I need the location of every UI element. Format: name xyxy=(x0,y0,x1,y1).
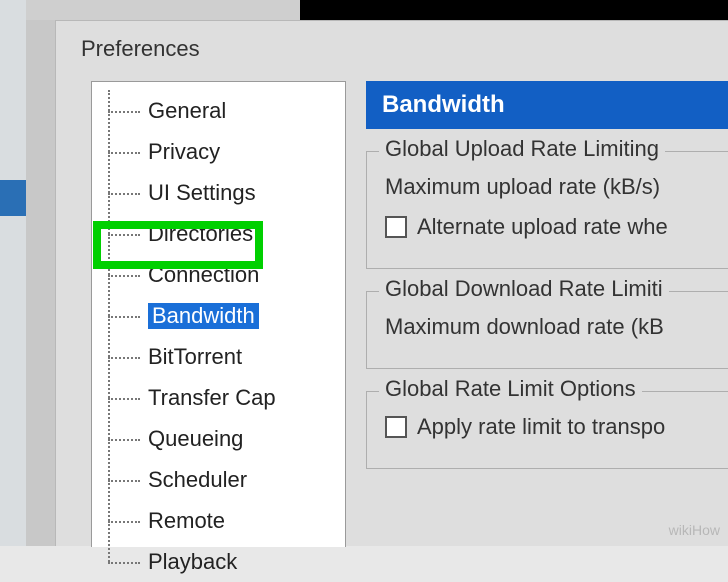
tree-item-privacy[interactable]: Privacy xyxy=(92,131,345,172)
tree-item-connection[interactable]: Connection xyxy=(92,254,345,295)
group-rate-options: Global Rate Limit Options Apply rate lim… xyxy=(366,391,728,469)
preferences-window: Preferences General Privacy UI Settings … xyxy=(55,20,728,546)
tree-item-transfer-cap[interactable]: Transfer Cap xyxy=(92,377,345,418)
tree-item-bandwidth[interactable]: Bandwidth xyxy=(92,295,345,336)
window-title: Preferences xyxy=(81,36,200,62)
tree-item-playback[interactable]: Playback xyxy=(92,541,345,582)
left-sidebar-strip xyxy=(0,0,26,546)
alternate-upload-label: Alternate upload rate whe xyxy=(417,214,668,240)
tree-item-label: General xyxy=(148,98,226,124)
group-legend: Global Rate Limit Options xyxy=(379,376,642,402)
tree-item-label: Transfer Cap xyxy=(148,385,276,411)
apply-rate-limit-checkbox[interactable] xyxy=(385,416,407,438)
tree-item-label: Connection xyxy=(148,262,259,288)
category-tree[interactable]: General Privacy UI Settings Directories … xyxy=(91,81,346,547)
tree-item-ui-settings[interactable]: UI Settings xyxy=(92,172,345,213)
tree-item-label: Queueing xyxy=(148,426,243,452)
tree-item-label: Scheduler xyxy=(148,467,247,493)
tree-item-label: UI Settings xyxy=(148,180,256,206)
apply-rate-limit-label: Apply rate limit to transpo xyxy=(417,414,665,440)
tree-item-bittorrent[interactable]: BitTorrent xyxy=(92,336,345,377)
settings-content: Bandwidth Global Upload Rate Limiting Ma… xyxy=(366,81,728,547)
tree-item-label: Bandwidth xyxy=(148,303,259,329)
tree-item-label: Privacy xyxy=(148,139,220,165)
tree-item-directories[interactable]: Directories xyxy=(92,213,345,254)
group-legend: Global Download Rate Limiti xyxy=(379,276,669,302)
group-legend: Global Upload Rate Limiting xyxy=(379,136,665,162)
group-download-rate: Global Download Rate Limiti Maximum down… xyxy=(366,291,728,369)
group-upload-rate: Global Upload Rate Limiting Maximum uplo… xyxy=(366,151,728,269)
tree-item-remote[interactable]: Remote xyxy=(92,500,345,541)
top-black-bar xyxy=(300,0,728,20)
tree-item-queueing[interactable]: Queueing xyxy=(92,418,345,459)
max-upload-label: Maximum upload rate (kB/s) xyxy=(385,174,728,200)
section-header: Bandwidth xyxy=(366,81,728,129)
tree-item-general[interactable]: General xyxy=(92,90,345,131)
tree-item-label: Directories xyxy=(148,221,253,247)
tree-item-label: Playback xyxy=(148,549,237,575)
tree-item-label: Remote xyxy=(148,508,225,534)
left-sidebar-selection xyxy=(0,180,26,216)
tree-item-label: BitTorrent xyxy=(148,344,242,370)
max-download-label: Maximum download rate (kB xyxy=(385,314,728,340)
alternate-upload-checkbox[interactable] xyxy=(385,216,407,238)
tree-item-scheduler[interactable]: Scheduler xyxy=(92,459,345,500)
